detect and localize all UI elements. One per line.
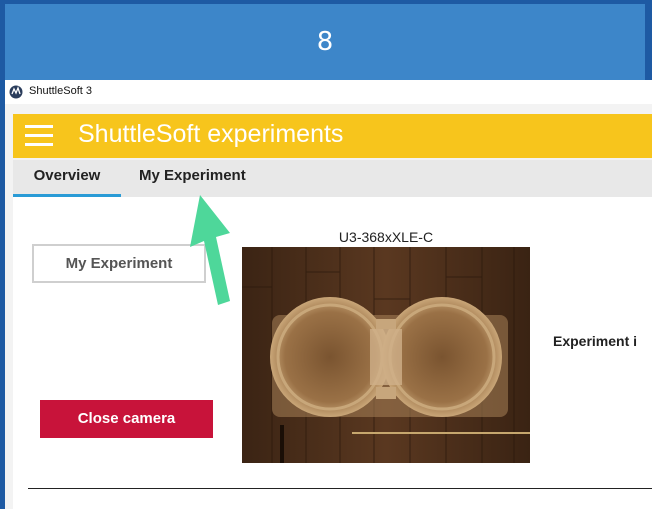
green-up-arrow-icon xyxy=(190,195,230,305)
tab-overview[interactable]: Overview xyxy=(13,160,121,197)
experiment-info-label: Experiment i xyxy=(553,333,638,349)
tab-my-experiment[interactable]: My Experiment xyxy=(139,160,246,194)
hamburger-menu-icon[interactable] xyxy=(25,125,53,147)
slide-frame: 8 ShuttleSoft 3 ShuttleSoft experiments … xyxy=(0,0,652,509)
my-experiment-button[interactable]: My Experiment xyxy=(32,244,206,283)
app-bar: ShuttleSoft experiments xyxy=(13,114,652,158)
content-divider xyxy=(28,488,652,489)
app-content-area: ShuttleSoft experiments Overview My Expe… xyxy=(5,80,652,509)
camera-name-label: U3-368xXLE-C xyxy=(338,229,434,245)
camera-feed-image xyxy=(242,247,530,463)
app-title: ShuttleSoft experiments xyxy=(78,120,344,148)
step-number-header: 8 xyxy=(5,4,645,80)
close-camera-button[interactable]: Close camera xyxy=(40,400,213,438)
tab-bar: Overview My Experiment xyxy=(13,160,652,197)
